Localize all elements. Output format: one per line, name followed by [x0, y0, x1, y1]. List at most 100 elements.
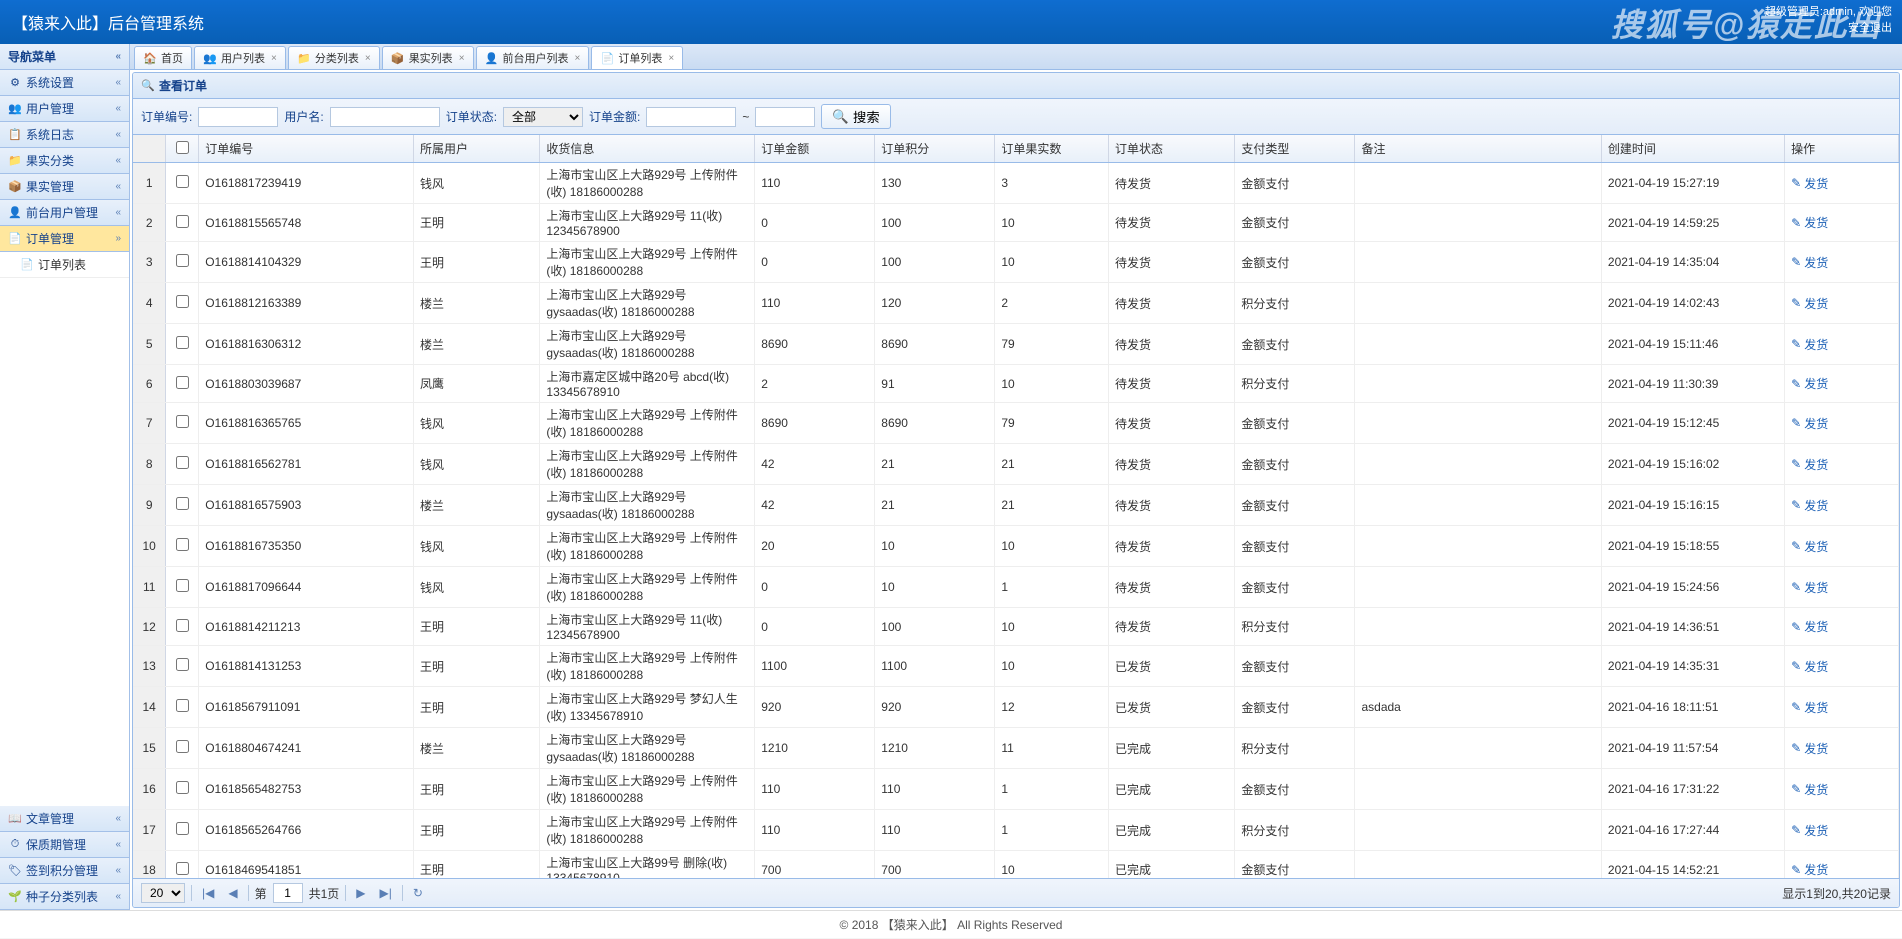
row-checkbox[interactable] [176, 822, 189, 835]
prev-page-button[interactable]: ◀ [224, 886, 241, 900]
amount-max-input[interactable] [755, 107, 815, 127]
column-header[interactable]: 订单编号 [199, 135, 414, 163]
table-row[interactable]: 16O1618565482753王明上海市宝山区上大路929号 上传附件(收) … [133, 769, 1899, 810]
sidebar-bottom-item-2[interactable]: 🏷签到积分管理« [0, 858, 129, 884]
close-icon[interactable]: × [271, 53, 277, 64]
ship-button[interactable]: ✎发货 [1791, 336, 1892, 353]
sidebar-item-1[interactable]: 👥用户管理« [0, 96, 129, 122]
user-input[interactable] [330, 107, 440, 127]
sidebar-bottom-item-1[interactable]: ⏱保质期管理« [0, 832, 129, 858]
last-page-button[interactable]: ▶| [376, 886, 396, 900]
row-checkbox[interactable] [176, 862, 189, 875]
row-checkbox[interactable] [176, 699, 189, 712]
tab-2[interactable]: 📁分类列表× [288, 46, 380, 69]
collapse-icon[interactable]: « [115, 51, 121, 62]
row-checkbox[interactable] [176, 456, 189, 469]
row-checkbox[interactable] [176, 579, 189, 592]
column-header[interactable]: 订单积分 [875, 135, 995, 163]
sidebar-item-3[interactable]: 📁果实分类« [0, 148, 129, 174]
ship-button[interactable]: ✎发货 [1791, 740, 1892, 757]
table-row[interactable]: 10O1618816735350钱风上海市宝山区上大路929号 上传附件(收) … [133, 526, 1899, 567]
tab-1[interactable]: 👥用户列表× [194, 46, 286, 69]
ship-button[interactable]: ✎发货 [1791, 699, 1892, 716]
ship-button[interactable]: ✎发货 [1791, 254, 1892, 271]
ship-button[interactable]: ✎发货 [1791, 658, 1892, 675]
table-row[interactable]: 3O1618814104329王明上海市宝山区上大路929号 上传附件(收) 1… [133, 242, 1899, 283]
ship-button[interactable]: ✎发货 [1791, 175, 1892, 192]
table-row[interactable]: 9O1618816575903楼兰上海市宝山区上大路929号 gysaadas(… [133, 485, 1899, 526]
row-checkbox[interactable] [176, 215, 189, 228]
table-row[interactable]: 7O1618816365765钱风上海市宝山区上大路929号 上传附件(收) 1… [133, 403, 1899, 444]
ship-button[interactable]: ✎发货 [1791, 497, 1892, 514]
row-checkbox[interactable] [176, 254, 189, 267]
row-checkbox[interactable] [176, 658, 189, 671]
ship-button[interactable]: ✎发货 [1791, 579, 1892, 596]
table-row[interactable]: 4O1618812163389楼兰上海市宝山区上大路929号 gysaadas(… [133, 283, 1899, 324]
column-header[interactable]: 操作 [1785, 135, 1899, 163]
column-header[interactable]: 订单金额 [755, 135, 875, 163]
table-row[interactable]: 12O1618814211213王明上海市宝山区上大路929号 11(收) 12… [133, 608, 1899, 646]
amount-min-input[interactable] [646, 107, 736, 127]
column-header[interactable]: 收货信息 [540, 135, 755, 163]
tab-4[interactable]: 👤前台用户列表× [476, 46, 590, 69]
page-size-select[interactable]: 20 [141, 883, 185, 903]
table-row[interactable]: 17O1618565264766王明上海市宝山区上大路929号 上传附件(收) … [133, 810, 1899, 851]
search-button[interactable]: 🔍 搜索 [821, 104, 890, 129]
select-all[interactable] [166, 135, 199, 163]
close-icon[interactable]: × [459, 53, 465, 64]
row-checkbox[interactable] [176, 376, 189, 389]
tab-5[interactable]: 📄订单列表× [591, 46, 683, 69]
row-checkbox[interactable] [176, 497, 189, 510]
first-page-button[interactable]: |◀ [198, 886, 218, 900]
sidebar-item-6[interactable]: 📄订单管理» [0, 226, 129, 252]
column-header[interactable]: 备注 [1355, 135, 1601, 163]
row-checkbox[interactable] [176, 740, 189, 753]
close-icon[interactable]: × [575, 53, 581, 64]
column-header[interactable]: 所属用户 [414, 135, 540, 163]
row-checkbox[interactable] [176, 295, 189, 308]
row-checkbox[interactable] [176, 336, 189, 349]
row-checkbox[interactable] [176, 538, 189, 551]
ship-button[interactable]: ✎发货 [1791, 295, 1892, 312]
sidebar-item-0[interactable]: ⚙系统设置« [0, 70, 129, 96]
ship-button[interactable]: ✎发货 [1791, 781, 1892, 798]
table-row[interactable]: 15O1618804674241楼兰上海市宝山区上大路929号 gysaadas… [133, 728, 1899, 769]
table-row[interactable]: 2O1618815565748王明上海市宝山区上大路929号 11(收) 123… [133, 204, 1899, 242]
refresh-button[interactable]: ↻ [409, 886, 427, 900]
column-header[interactable]: 创建时间 [1601, 135, 1784, 163]
row-checkbox[interactable] [176, 619, 189, 632]
table-row[interactable]: 18O1618469541851王明上海市宝山区上大路99号 删除(收) 133… [133, 851, 1899, 879]
ship-button[interactable]: ✎发货 [1791, 415, 1892, 432]
sidebar-sub-order-list[interactable]: 📄 订单列表 [0, 252, 129, 278]
ship-button[interactable]: ✎发货 [1791, 618, 1892, 635]
status-select[interactable]: 全部 [503, 107, 583, 127]
logout-link[interactable]: 安全退出 [1848, 22, 1892, 34]
sidebar-item-2[interactable]: 📋系统日志« [0, 122, 129, 148]
sidebar-bottom-item-0[interactable]: 📖文章管理« [0, 806, 129, 832]
close-icon[interactable]: × [365, 53, 371, 64]
sn-input[interactable] [198, 107, 278, 127]
table-row[interactable]: 8O1618816562781钱风上海市宝山区上大路929号 上传附件(收) 1… [133, 444, 1899, 485]
tab-3[interactable]: 📦果实列表× [382, 46, 474, 69]
close-icon[interactable]: × [668, 53, 674, 64]
table-row[interactable]: 1O1618817239419钱风上海市宝山区上大路929号 上传附件(收) 1… [133, 163, 1899, 204]
table-row[interactable]: 6O1618803039687凤鹰上海市嘉定区城中路20号 abcd(收) 13… [133, 365, 1899, 403]
column-header[interactable]: 订单果实数 [995, 135, 1109, 163]
table-row[interactable]: 5O1618816306312楼兰上海市宝山区上大路929号 gysaadas(… [133, 324, 1899, 365]
next-page-button[interactable]: ▶ [352, 886, 369, 900]
table-row[interactable]: 14O1618567911091王明上海市宝山区上大路929号 梦幻人生(收) … [133, 687, 1899, 728]
sidebar-bottom-item-3[interactable]: 🌱种子分类列表« [0, 884, 129, 910]
row-checkbox[interactable] [176, 415, 189, 428]
ship-button[interactable]: ✎发货 [1791, 822, 1892, 839]
ship-button[interactable]: ✎发货 [1791, 861, 1892, 878]
ship-button[interactable]: ✎发货 [1791, 538, 1892, 555]
tab-0[interactable]: 🏠首页 [134, 46, 192, 69]
table-row[interactable]: 11O1618817096644钱风上海市宝山区上大路929号 上传附件(收) … [133, 567, 1899, 608]
ship-button[interactable]: ✎发货 [1791, 456, 1892, 473]
row-checkbox[interactable] [176, 175, 189, 188]
ship-button[interactable]: ✎发货 [1791, 214, 1892, 231]
page-input[interactable] [273, 883, 303, 903]
sidebar-item-4[interactable]: 📦果实管理« [0, 174, 129, 200]
ship-button[interactable]: ✎发货 [1791, 375, 1892, 392]
table-row[interactable]: 13O1618814131253王明上海市宝山区上大路929号 上传附件(收) … [133, 646, 1899, 687]
